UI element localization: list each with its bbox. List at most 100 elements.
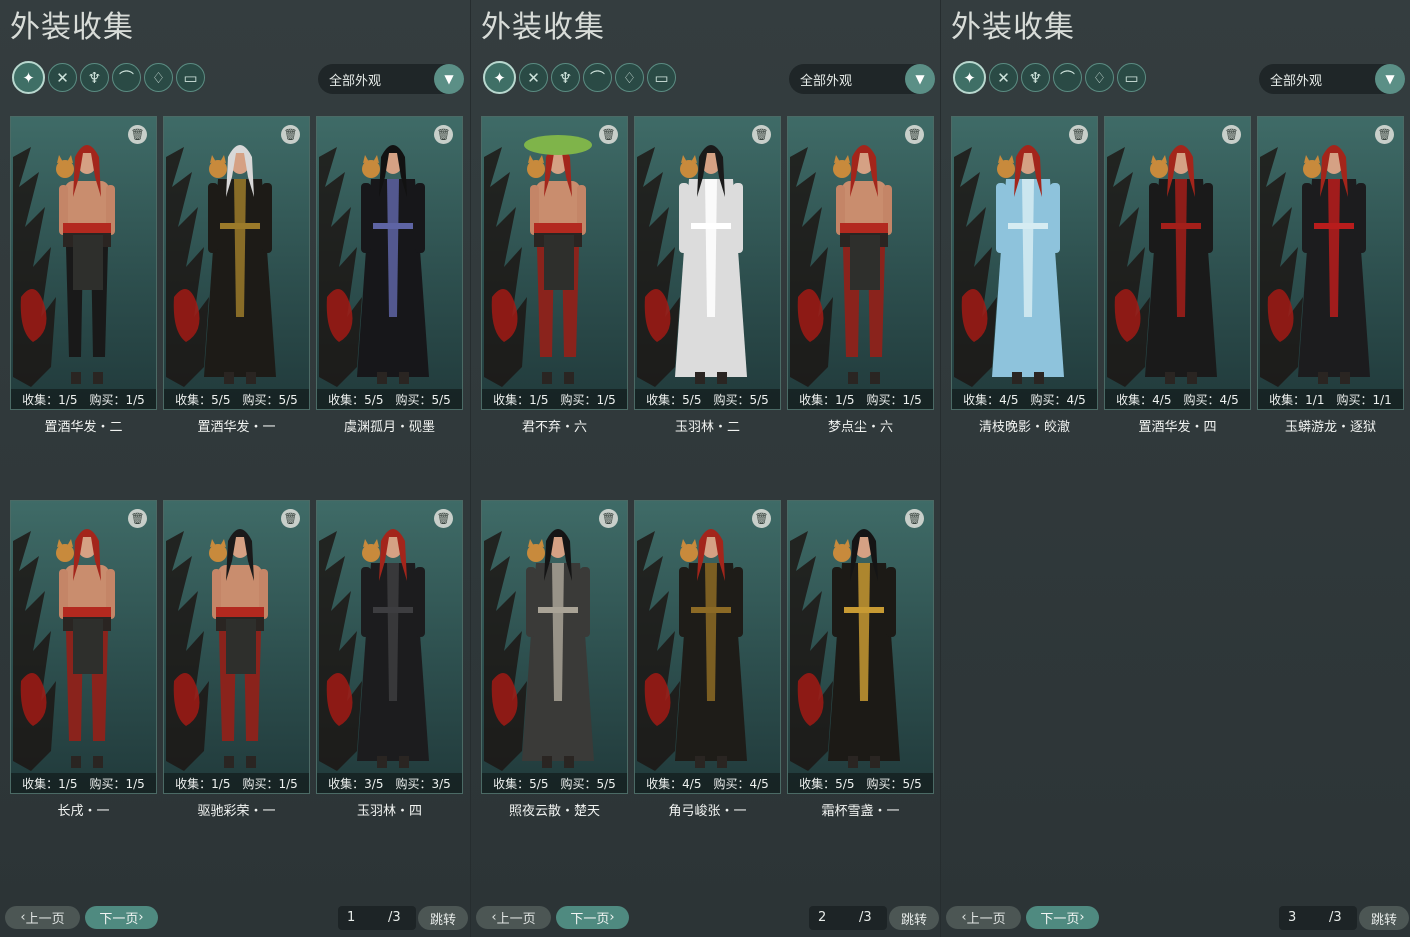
trash-icon[interactable]: 🗑 [281,509,300,528]
outfit-preview[interactable]: 🗑 收集：1/5 购买：1/5 [481,116,628,410]
outfit-preview[interactable]: 🗑 收集：3/5 购买：3/5 [316,500,463,794]
outfit-preview[interactable]: 🗑 收集：1/1 购买：1/1 [1257,116,1404,410]
shoe-icon[interactable]: ⌒ [112,63,141,92]
bottom-icon[interactable]: ▭ [1117,63,1146,92]
prev-page-button[interactable]: ‹ 上一页 [946,906,1021,929]
trash-icon[interactable]: 🗑 [434,125,453,144]
outfit-card[interactable]: 🗑 收集：5/5 购买：5/5 置酒华发・一 [163,116,310,435]
outfit-card[interactable]: 🗑 收集：5/5 购买：5/5 霜杯雪盏・一 [787,500,934,819]
top-icon[interactable]: ♆ [1021,63,1050,92]
next-page-button[interactable]: 下一页 › [1026,906,1099,929]
outfit-stats: 收集：1/5 购买：1/5 [164,773,309,793]
outfit-card[interactable]: 🗑 收集：4/5 购买：4/5 置酒华发・四 [1104,116,1251,435]
hat-icon[interactable]: ✕ [989,63,1018,92]
next-page-button[interactable]: 下一页 › [556,906,629,929]
buy-count: 购买：1/5 [560,392,616,407]
trash-icon[interactable]: 🗑 [1222,125,1241,144]
collect-count: 收集：5/5 [175,392,231,407]
jump-button[interactable]: 跳转 [418,906,468,930]
outfit-preview[interactable]: 🗑 收集：1/5 购买：1/5 [10,116,157,410]
bottom-icon[interactable]: ▭ [176,63,205,92]
outfit-figure [319,529,429,771]
trash-icon[interactable]: 🗑 [599,509,618,528]
outfit-preview[interactable]: 🗑 收集：5/5 购买：5/5 [634,116,781,410]
trash-icon[interactable]: 🗑 [905,509,924,528]
outfit-card[interactable]: 🗑 收集：1/5 购买：1/5 驱驰彩荣・一 [163,500,310,819]
prev-page-button[interactable]: ‹ 上一页 [476,906,551,929]
buy-count: 购买：5/5 [560,776,616,791]
outfit-stats: 收集：1/5 购买：1/5 [788,389,933,409]
outfit-preview[interactable]: 🗑 收集：4/5 购买：4/5 [951,116,1098,410]
jump-button[interactable]: 跳转 [889,906,939,930]
collect-count: 收集：1/5 [22,392,78,407]
next-page-button[interactable]: 下一页 › [85,906,158,929]
page-input[interactable]: 2/3 [809,906,887,930]
filter-dropdown[interactable]: 全部外观 ▼ [789,64,935,94]
outfit-icon[interactable]: ✦ [483,61,516,94]
outfit-icon[interactable]: ✦ [953,61,986,94]
panel-title: 外装收集 [10,10,134,45]
cape-icon[interactable]: ♢ [144,63,173,92]
outfit-card[interactable]: 🗑 收集：3/5 购买：3/5 玉羽林・四 [316,500,463,819]
outfit-card[interactable]: 🗑 收集：1/5 购买：1/5 置酒华发・二 [10,116,157,435]
outfit-stats: 收集：1/5 购买：1/5 [11,389,156,409]
outfit-preview[interactable]: 🗑 收集：1/5 购买：1/5 [163,500,310,794]
shoe-icon[interactable]: ⌒ [1053,63,1082,92]
panel-title: 外装收集 [481,10,605,45]
current-page: 3 [1288,910,1297,925]
outfit-card[interactable]: 🗑 收集：1/5 购买：1/5 君不弃・六 [481,116,628,435]
page-input[interactable]: 1/3 [338,906,416,930]
cape-icon[interactable]: ♢ [1085,63,1114,92]
outfit-figure [1107,145,1217,387]
outfit-card[interactable]: 🗑 收集：1/5 购买：1/5 梦点尘・六 [787,116,934,435]
outfit-preview[interactable]: 🗑 收集：1/5 购买：1/5 [10,500,157,794]
outfit-figure [954,145,1064,387]
outfit-card[interactable]: 🗑 收集：5/5 购买：5/5 照夜云散・楚天 [481,500,628,819]
outfit-preview[interactable]: 🗑 收集：5/5 购买：5/5 [787,500,934,794]
outfit-card[interactable]: 🗑 收集：4/5 购买：4/5 角弓峻张・一 [634,500,781,819]
cape-icon[interactable]: ♢ [615,63,644,92]
chevron-down-icon[interactable]: ▼ [434,64,464,94]
chevron-right-icon: › [1079,910,1085,925]
trash-icon[interactable]: 🗑 [599,125,618,144]
trash-icon[interactable]: 🗑 [128,509,147,528]
outfit-card[interactable]: 🗑 收集：1/5 购买：1/5 长戌・一 [10,500,157,819]
trash-icon[interactable]: 🗑 [905,125,924,144]
bottom-icon[interactable]: ▭ [647,63,676,92]
outfit-figure [790,529,900,771]
top-icon[interactable]: ♆ [551,63,580,92]
outfit-preview[interactable]: 🗑 收集：4/5 购买：4/5 [634,500,781,794]
hat-icon[interactable]: ✕ [48,63,77,92]
filter-dropdown[interactable]: 全部外观 ▼ [1259,64,1405,94]
trash-icon[interactable]: 🗑 [128,125,147,144]
trash-icon[interactable]: 🗑 [434,509,453,528]
outfit-card[interactable]: 🗑 收集：5/5 购买：5/5 玉羽林・二 [634,116,781,435]
outfit-stats: 收集：5/5 购买：5/5 [317,389,462,409]
outfit-preview[interactable]: 🗑 收集：4/5 购买：4/5 [1104,116,1251,410]
trash-icon[interactable]: 🗑 [1375,125,1394,144]
chevron-down-icon[interactable]: ▼ [905,64,935,94]
outfit-preview[interactable]: 🗑 收集：1/5 购买：1/5 [787,116,934,410]
trash-icon[interactable]: 🗑 [281,125,300,144]
trash-icon[interactable]: 🗑 [752,509,771,528]
outfit-card[interactable]: 🗑 收集：1/1 购买：1/1 玉蟒游龙・逐狱 [1257,116,1404,435]
shoe-icon[interactable]: ⌒ [583,63,612,92]
chevron-down-icon[interactable]: ▼ [1375,64,1405,94]
outfit-card[interactable]: 🗑 收集：4/5 购买：4/5 清枝晚影・皎澈 [951,116,1098,435]
outfit-preview[interactable]: 🗑 收集：5/5 购买：5/5 [163,116,310,410]
outfit-preview[interactable]: 🗑 收集：5/5 购买：5/5 [316,116,463,410]
top-icon[interactable]: ♆ [80,63,109,92]
jump-button[interactable]: 跳转 [1359,906,1409,930]
buy-count: 购买：4/5 [713,776,769,791]
outfit-preview[interactable]: 🗑 收集：5/5 购买：5/5 [481,500,628,794]
prev-label: 上一页 [25,912,65,927]
page-input[interactable]: 3/3 [1279,906,1357,930]
trash-icon[interactable]: 🗑 [752,125,771,144]
hat-icon[interactable]: ✕ [519,63,548,92]
prev-page-button[interactable]: ‹ 上一页 [5,906,80,929]
outfit-figure [637,145,747,387]
outfit-icon[interactable]: ✦ [12,61,45,94]
trash-icon[interactable]: 🗑 [1069,125,1088,144]
filter-dropdown[interactable]: 全部外观 ▼ [318,64,464,94]
outfit-card[interactable]: 🗑 收集：5/5 购买：5/5 虞渊孤月・砚墨 [316,116,463,435]
